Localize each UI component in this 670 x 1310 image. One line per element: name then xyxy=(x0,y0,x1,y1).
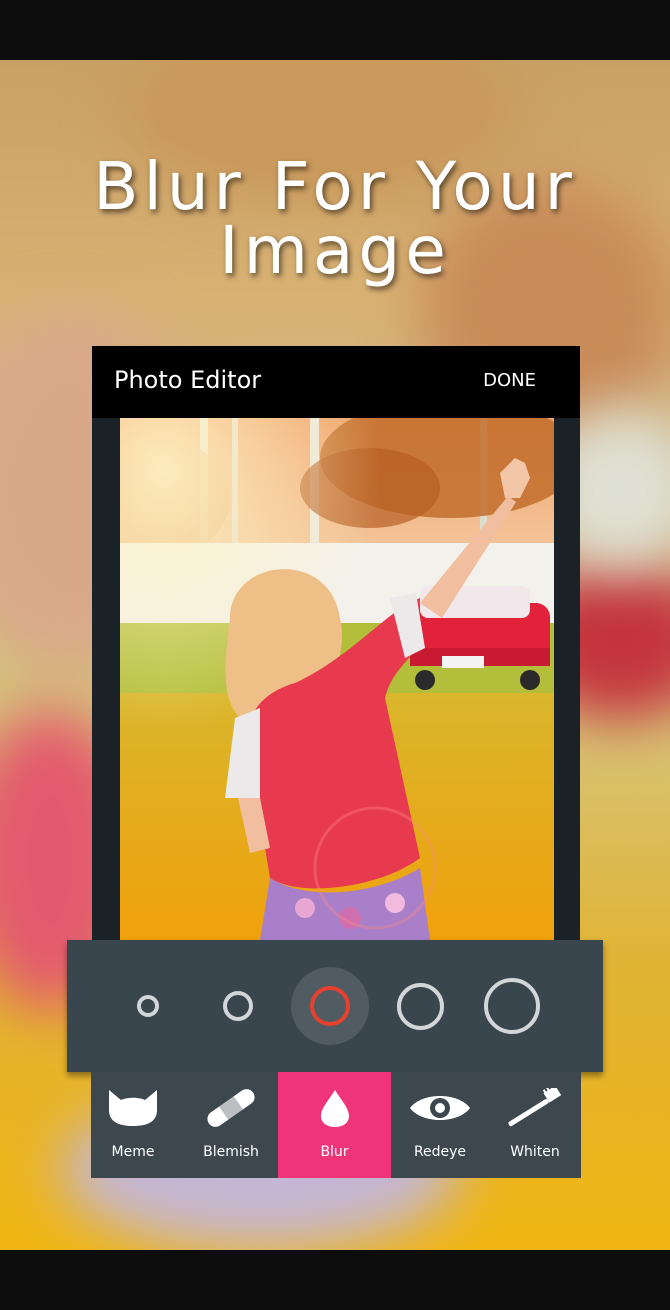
tool-meme-label: Meme xyxy=(111,1144,155,1160)
tool-blemish[interactable]: Blemish xyxy=(184,1072,278,1178)
tool-redeye-label: Redeye xyxy=(413,1144,467,1160)
navigation-bar xyxy=(0,1250,670,1310)
headline-line-1: Blur For Your xyxy=(93,148,577,225)
status-bar xyxy=(0,0,670,60)
photo-preview[interactable] xyxy=(120,418,554,940)
tool-whiten[interactable]: Whiten xyxy=(489,1072,581,1178)
tool-meme[interactable]: Meme xyxy=(91,1072,175,1178)
brush-size-4[interactable] xyxy=(397,983,444,1030)
brush-size-3[interactable] xyxy=(310,986,350,1026)
tool-redeye[interactable]: Redeye xyxy=(391,1072,489,1178)
tool-blemish-label: Blemish xyxy=(203,1144,259,1160)
tool-blur[interactable]: Blur xyxy=(278,1072,391,1178)
tool-whiten-label: Whiten xyxy=(510,1144,560,1160)
tool-blur-label: Blur xyxy=(320,1144,349,1160)
phone-screen: Photo Editor DONE xyxy=(92,346,580,940)
headline-line-2: Image xyxy=(219,212,451,289)
app-bar: Photo Editor DONE xyxy=(92,346,580,418)
brush-size-5[interactable] xyxy=(484,978,540,1034)
toothbrush-icon xyxy=(504,1084,566,1132)
bandage-icon xyxy=(202,1088,260,1132)
done-button[interactable]: DONE xyxy=(483,370,536,391)
girl-photo xyxy=(120,418,554,940)
cat-icon xyxy=(105,1088,161,1132)
brush-size-panel xyxy=(67,940,603,1072)
brush-size-1[interactable] xyxy=(137,995,159,1017)
app-title: Photo Editor xyxy=(114,366,262,394)
drop-icon xyxy=(315,1088,355,1132)
eye-icon xyxy=(408,1088,472,1132)
brush-size-2[interactable] xyxy=(223,991,253,1021)
tool-bar: Meme Blemish Blur Redeye Whiten xyxy=(91,1072,581,1178)
promo-headline: Blur For Your Image xyxy=(0,148,670,289)
